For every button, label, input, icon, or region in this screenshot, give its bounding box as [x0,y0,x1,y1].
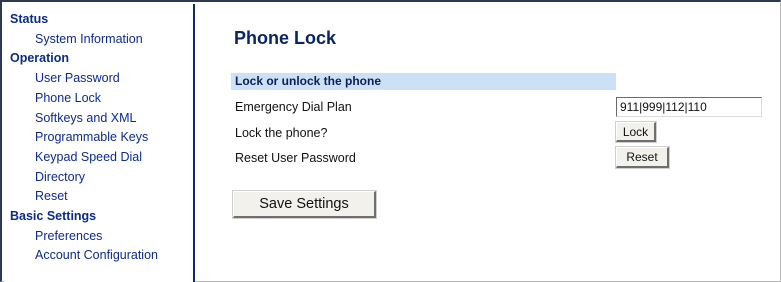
page-title: Phone Lock [234,28,337,48]
sidebar-item-keypad-speed-dial[interactable]: Keypad Speed Dial [4,148,193,168]
reset-button[interactable]: Reset [616,147,669,168]
sidebar-section-status[interactable]: Status [4,10,193,30]
window-frame: Status System Information Operation User… [0,0,781,282]
sidebar-item-programmable-keys[interactable]: Programmable Keys [4,128,193,148]
sidebar-section-operation[interactable]: Operation [4,49,193,69]
main-content: Phone Lock Lock or unlock the phone Emer… [198,4,780,282]
sidebar-item-softkeys-and-xml[interactable]: Softkeys and XML [4,109,193,129]
lock-button[interactable]: Lock [616,122,656,142]
sidebar-item-account-configuration[interactable]: Account Configuration [4,246,193,266]
sidebar-item-system-information[interactable]: System Information [4,30,193,50]
emergency-dial-plan-input[interactable] [616,97,762,117]
sidebar-item-reset[interactable]: Reset [4,187,193,207]
section-header: Lock or unlock the phone [231,73,616,90]
sidebar-nav: Status System Information Operation User… [4,4,195,282]
sidebar-item-directory[interactable]: Directory [4,168,193,188]
lock-phone-label: Lock the phone? [235,126,328,140]
reset-user-password-label: Reset User Password [235,151,356,165]
sidebar-item-phone-lock[interactable]: Phone Lock [4,89,193,109]
emergency-dial-plan-label: Emergency Dial Plan [235,100,352,114]
save-settings-button[interactable]: Save Settings [233,191,376,218]
sidebar-section-basic-settings[interactable]: Basic Settings [4,207,193,227]
sidebar-item-user-password[interactable]: User Password [4,69,193,89]
sidebar-item-preferences[interactable]: Preferences [4,227,193,247]
